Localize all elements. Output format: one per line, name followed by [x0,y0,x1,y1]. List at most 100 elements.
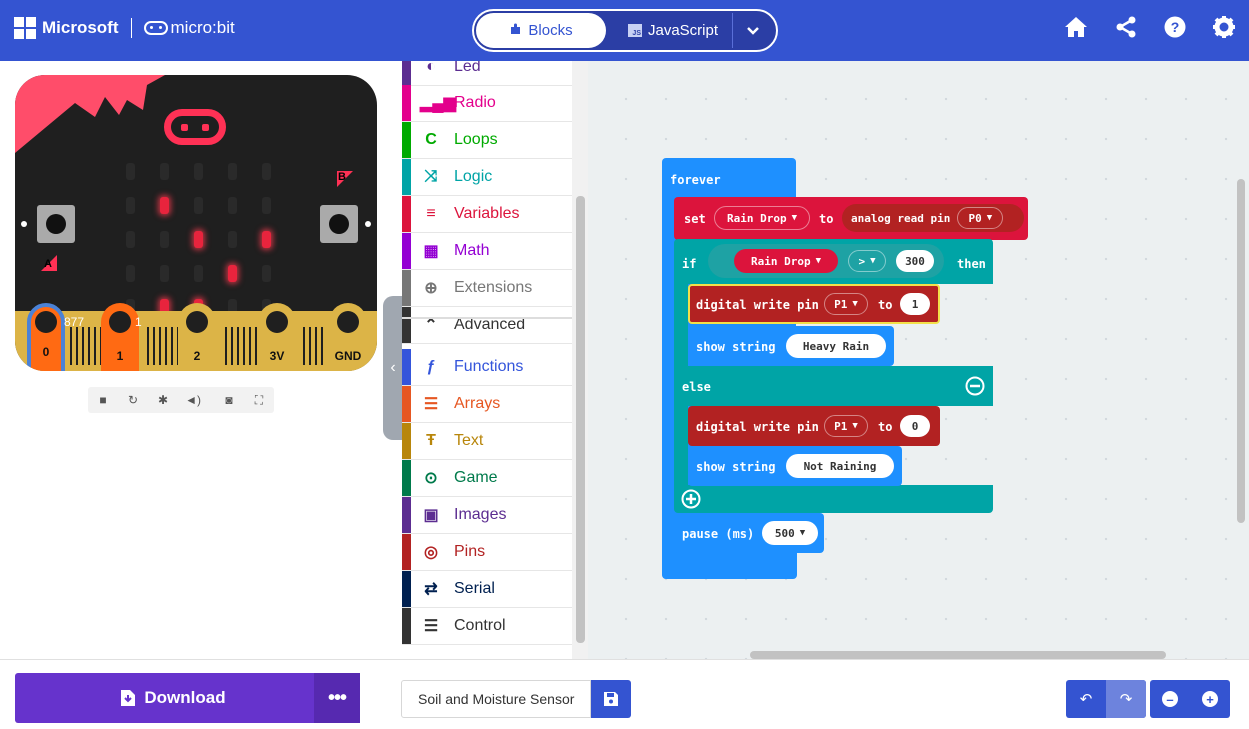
toolbox-category-serial[interactable]: ⇄ Serial [402,571,572,608]
pause-input[interactable]: 500 ▼ [762,521,818,545]
zoom-out-button[interactable]: – [1150,680,1190,718]
show-string-block-2[interactable]: show string Not Raining [688,446,902,486]
restart-button[interactable]: ↻ [118,387,148,413]
toolbox-category-text[interactable]: Ŧ Text [402,423,572,460]
debug-button[interactable]: ✱ [148,387,178,413]
project-name-input[interactable]: Soil and Moisture Sensor [401,680,591,718]
toolbox-category-game[interactable]: ⊙ Game [402,460,572,497]
toggle-icon: ◐ [426,61,436,75]
toolbox-category-variables[interactable]: ≡ Variables [402,196,572,233]
operator-dropdown[interactable]: > ▼ [848,250,886,272]
digital-write-block-1[interactable]: digital write pin P1 ▼ to 1 [688,284,940,324]
set-variable-block[interactable]: set Rain Drop ▼ to analog read pin P0 ▼ [674,197,1028,240]
toolbox-scrollbar[interactable] [572,61,588,659]
toolbox-category-led[interactable]: ◐ Led [402,61,572,86]
string-input-2[interactable]: Not Raining [786,454,894,478]
fullscreen-button[interactable]: ⛶ [244,387,274,413]
digital-write-block-2[interactable]: digital write pin P1 ▼ to 0 [688,406,940,446]
led-off [262,265,271,282]
product-name: micro:bit [170,18,235,37]
text-icon: Ŧ [426,432,436,449]
zoom-in-button[interactable]: + [1190,680,1230,718]
toolbox-category-control[interactable]: ☰ Control [402,608,572,645]
button-a[interactable] [37,205,75,243]
screenshot-button[interactable]: ◙ [214,387,244,413]
comparison-block[interactable]: Rain Drop ▼ > ▼ 300 [708,244,944,278]
toolbox-category-advanced[interactable]: ⌃ Advanced [402,307,572,344]
toolbox-category-arrays[interactable]: ☰ Arrays [402,386,572,423]
server-icon: ☰ [423,618,439,635]
home-icon[interactable] [1064,16,1088,38]
tab-blocks[interactable]: Blocks [476,13,606,48]
pin-1-label: 1 [116,349,124,363]
toolbox-category-functions[interactable]: ƒ Functions [402,349,572,386]
save-icon [604,692,618,706]
download-more-button[interactable]: ••• [314,673,360,723]
toolbox-category-extensions[interactable]: ⊕ Extensions [402,270,572,307]
led-on [194,231,203,248]
digital-pin-dropdown-2[interactable]: P1 ▼ [824,415,868,437]
toolbox-category-math[interactable]: ▦ Math [402,233,572,270]
image-icon: ▣ [423,507,439,524]
if-else-block[interactable]: if Rain Drop ▼ > ▼ 300 then [674,239,993,284]
camera-icon: ◙ [225,393,233,407]
analog-read-label: analog read pin [851,211,951,225]
digital-pin-dropdown-1[interactable]: P1 ▼ [824,293,868,315]
restart-icon: ↻ [127,393,139,407]
undo-button[interactable]: ↶ [1066,680,1106,718]
undo-redo-group: ↶ ↷ [1066,680,1146,718]
language-dropdown[interactable] [732,13,772,48]
toolbox-divider [402,317,572,319]
variable-dropdown[interactable]: Rain Drop ▼ [714,206,810,230]
pin-2[interactable]: 2 [178,303,216,371]
pin-gnd-label: GND [334,349,362,363]
analog-pin-dropdown[interactable]: P0 ▼ [957,207,1004,229]
digital-write-label: digital write pin [696,298,819,312]
led-off [228,163,237,180]
category-label: Variables [454,205,520,222]
help-icon[interactable]: ? [1164,16,1186,38]
list-icon: ≡ [426,205,436,222]
pin-1[interactable]: 1 [101,303,139,371]
led-off [160,231,169,248]
toolbox-category-images[interactable]: ▣ Images [402,497,572,534]
button-b[interactable] [320,205,358,243]
workspace-horizontal-scrollbar[interactable] [750,651,1166,659]
toolbox-category-radio[interactable]: ▂▄▆ Radio [402,85,572,122]
dropdown-arrow-icon: ▼ [852,421,858,431]
blocks-workspace[interactable]: forever set Rain Drop ▼ to analog read pi… [588,61,1249,659]
string-input-1[interactable]: Heavy Rain [786,334,886,358]
toolbox-category-pins[interactable]: ◎ Pins [402,534,572,571]
share-icon[interactable] [1115,16,1137,38]
pin-3v-label: 3V [269,349,285,363]
tab-javascript[interactable]: JS JavaScript [614,13,732,48]
save-button[interactable] [591,680,631,718]
led-off [262,197,271,214]
target-icon: ◎ [424,544,438,561]
remove-else-icon[interactable] [965,376,985,396]
toolbox-category-loops[interactable]: C Loops [402,122,572,159]
digital-value-input-2[interactable]: 0 [900,415,930,437]
toolbox-category-logic[interactable]: ⤨ Logic [402,159,572,196]
collapse-simulator-button[interactable]: ‹ [383,296,403,440]
workspace-vertical-scrollbar[interactable] [1237,179,1245,523]
stop-button[interactable]: ■ [88,387,118,413]
analog-read-block[interactable]: analog read pin P0 ▼ [842,204,1024,232]
download-button[interactable]: Download ••• [15,673,360,723]
show-string-block-1[interactable]: show string Heavy Rain [688,326,894,366]
mute-button[interactable]: ◄) [178,387,208,413]
speaker-icon: ◄) [185,393,201,407]
pin-1-reading: 1 [135,315,142,329]
pause-block[interactable]: pause (ms) 500 ▼ [674,513,824,553]
compare-variable[interactable]: Rain Drop ▼ [734,249,838,273]
add-else-if-icon[interactable] [681,489,701,509]
digital-value-input-1[interactable]: 1 [900,293,930,315]
toolbox-scroll-thumb[interactable] [576,196,585,643]
gear-icon[interactable] [1213,16,1235,38]
brand[interactable]: Microsoft micro:bit [14,17,235,39]
led-off [126,265,135,282]
bug-icon: ✱ [157,393,169,407]
redo-button[interactable]: ↷ [1106,680,1146,718]
threshold-input[interactable]: 300 [896,250,934,272]
pin-0[interactable]: 0 [27,303,65,371]
